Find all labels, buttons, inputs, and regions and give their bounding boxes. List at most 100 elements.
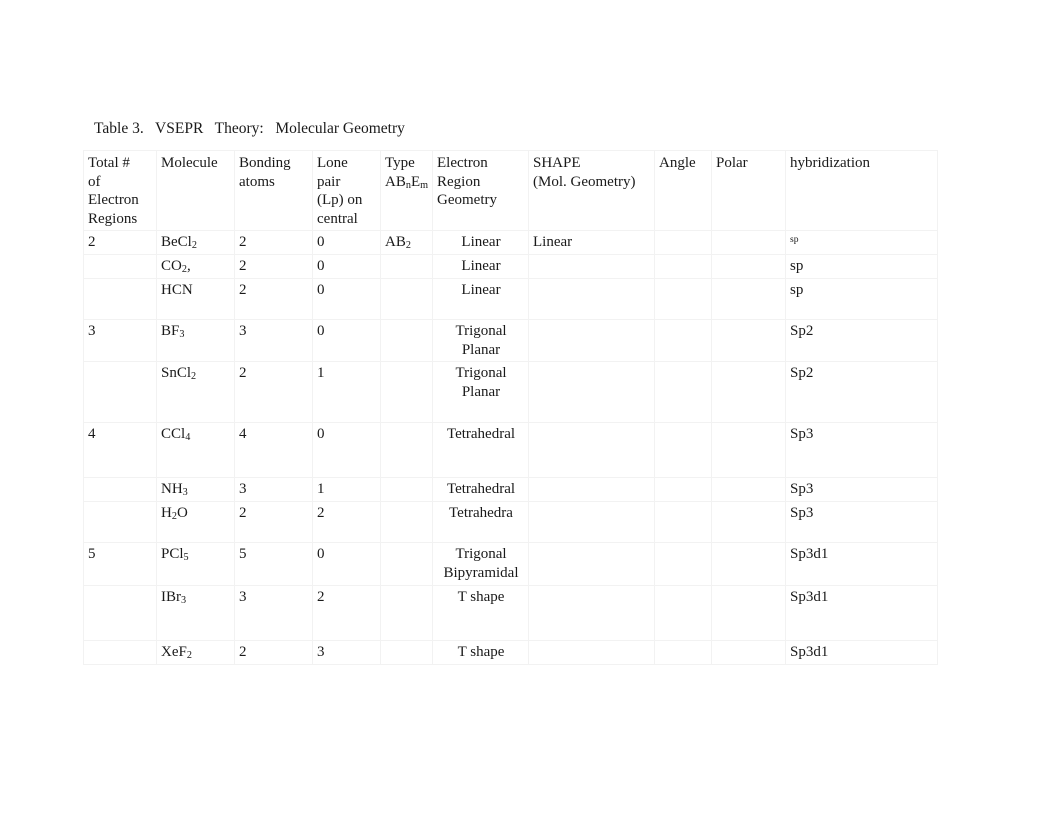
lone-pair-value: 0: [317, 546, 325, 563]
cell-shape: [528, 500, 655, 544]
cell-polar: [711, 361, 786, 423]
cell-bonding-atoms: 2: [234, 230, 313, 255]
bonding-atoms-value: 2: [239, 257, 247, 274]
cell-type: [380, 277, 433, 321]
cell-molecule: CO2,: [156, 253, 235, 279]
electron-region-geometry-value: T shape: [457, 644, 505, 661]
cell-polar: [711, 584, 786, 642]
shape-value: [529, 423, 654, 441]
shape-value: [529, 641, 654, 659]
angle-value: [655, 362, 711, 380]
polar-value: [712, 255, 785, 273]
header-line: central: [317, 210, 358, 227]
cell-molecule: IBr3: [156, 584, 235, 642]
electron-region-geometry-value: Tetrahedral: [446, 425, 516, 442]
polar-value: [712, 362, 785, 380]
cell-polar: [711, 230, 786, 255]
type-formula: [381, 543, 432, 561]
cell-lone-pair: 0: [312, 277, 381, 321]
cell-angle: [654, 230, 712, 255]
lone-pair-value: 0: [317, 234, 325, 251]
formula-subscript: m: [420, 179, 429, 191]
header-cell-shape: SHAPE (Mol. Geometry): [528, 149, 655, 232]
formula-part: PCl: [161, 546, 184, 563]
shape-value: [529, 586, 654, 604]
header-cell-hybridization: hybridization: [785, 149, 938, 232]
type-formula: [381, 586, 432, 604]
cell-shape: [528, 542, 655, 586]
header-line: pair: [317, 173, 341, 190]
type-formula: [381, 478, 432, 496]
shape-value: [529, 478, 654, 496]
lone-pair-value: 3: [317, 644, 325, 661]
total-electron-regions-value: [84, 586, 156, 604]
bonding-atoms-value: 2: [239, 504, 247, 521]
electron-region-geometry-value: Linear: [461, 257, 501, 274]
cell-shape: [528, 421, 655, 479]
formula-subscript: 3: [182, 487, 188, 499]
cell-total-electron-regions: [83, 477, 157, 502]
cell-bonding-atoms: 2: [234, 277, 313, 321]
cell-molecule: XeF2: [156, 640, 235, 665]
formula-part: ,: [186, 257, 191, 274]
cell-bonding-atoms: 2: [234, 640, 313, 665]
cell-lone-pair: 0: [312, 253, 381, 279]
cell-hybridization: Sp2: [785, 361, 938, 423]
molecule-formula: XeF2: [157, 641, 234, 664]
cell-lone-pair: 2: [312, 584, 381, 642]
cell-lone-pair: 0: [312, 421, 381, 479]
cell-type: [380, 542, 433, 586]
header-line: (Lp) on: [317, 192, 363, 209]
angle-value: [655, 586, 711, 604]
formula-subscript: 2: [191, 371, 197, 383]
cell-hybridization: sp: [785, 230, 938, 255]
cell-lone-pair: 0: [312, 319, 381, 363]
electron-region-geometry-value: Linear: [461, 234, 501, 251]
cell-hybridization: Sp3d1: [785, 640, 938, 665]
cell-molecule: H2O: [156, 500, 235, 544]
formula-part: CCl: [161, 425, 186, 442]
cell-total-electron-regions: [83, 253, 157, 279]
document-page: Table 3. VSEPR Theory: Molecular Geometr…: [0, 0, 1062, 822]
total-electron-regions-value: 3: [88, 323, 96, 340]
formula-part: NH: [161, 481, 183, 498]
type-formula: [381, 423, 432, 441]
molecule-formula: CCl4: [157, 423, 234, 446]
cell-polar: [711, 277, 786, 321]
cell-angle: [654, 584, 712, 642]
hybridization-value: sp: [790, 281, 804, 298]
hybridization-value: Sp3: [790, 425, 814, 442]
header-line: atoms: [239, 173, 275, 190]
polar-value: [712, 279, 785, 297]
cell-molecule: PCl5: [156, 542, 235, 586]
header-line: Lone: [317, 155, 348, 171]
cell-shape: [528, 361, 655, 423]
cell-total-electron-regions: [83, 361, 157, 423]
total-electron-regions-value: 4: [88, 425, 96, 442]
type-formula: [381, 502, 432, 520]
cell-hybridization: Sp3: [785, 500, 938, 544]
polar-value: [712, 502, 785, 520]
table-header-row: Total # of Electron Regions Molecule Bon…: [83, 149, 938, 232]
cell-bonding-atoms: 3: [234, 477, 313, 502]
formula-subscript: 3: [181, 594, 187, 606]
header-cell-bonding-atoms: Bonding atoms: [234, 149, 313, 232]
lone-pair-value: 0: [317, 425, 325, 442]
molecule-formula: IBr3: [157, 586, 234, 609]
table-row: SnCl2 2 1 Trigonal Planar Sp2: [83, 361, 938, 423]
vsepr-molecular-geometry-table: Total # of Electron Regions Molecule Bon…: [83, 149, 938, 665]
formula-subscript: 5: [183, 552, 189, 564]
cell-electron-region-geometry: Trigonal Planar: [432, 319, 529, 363]
cell-total-electron-regions: [83, 277, 157, 321]
cell-total-electron-regions: 5: [83, 542, 157, 586]
shape-value: [529, 362, 654, 380]
cell-polar: [711, 477, 786, 502]
electron-region-geometry-value: Linear: [461, 281, 501, 298]
angle-value: [655, 320, 711, 338]
molecule-formula: H2O: [157, 502, 234, 525]
cell-hybridization: Sp3: [785, 421, 938, 479]
molecule-formula: HCN: [157, 279, 234, 302]
shape-value: [529, 543, 654, 561]
angle-value: [655, 423, 711, 441]
cell-hybridization: sp: [785, 253, 938, 279]
